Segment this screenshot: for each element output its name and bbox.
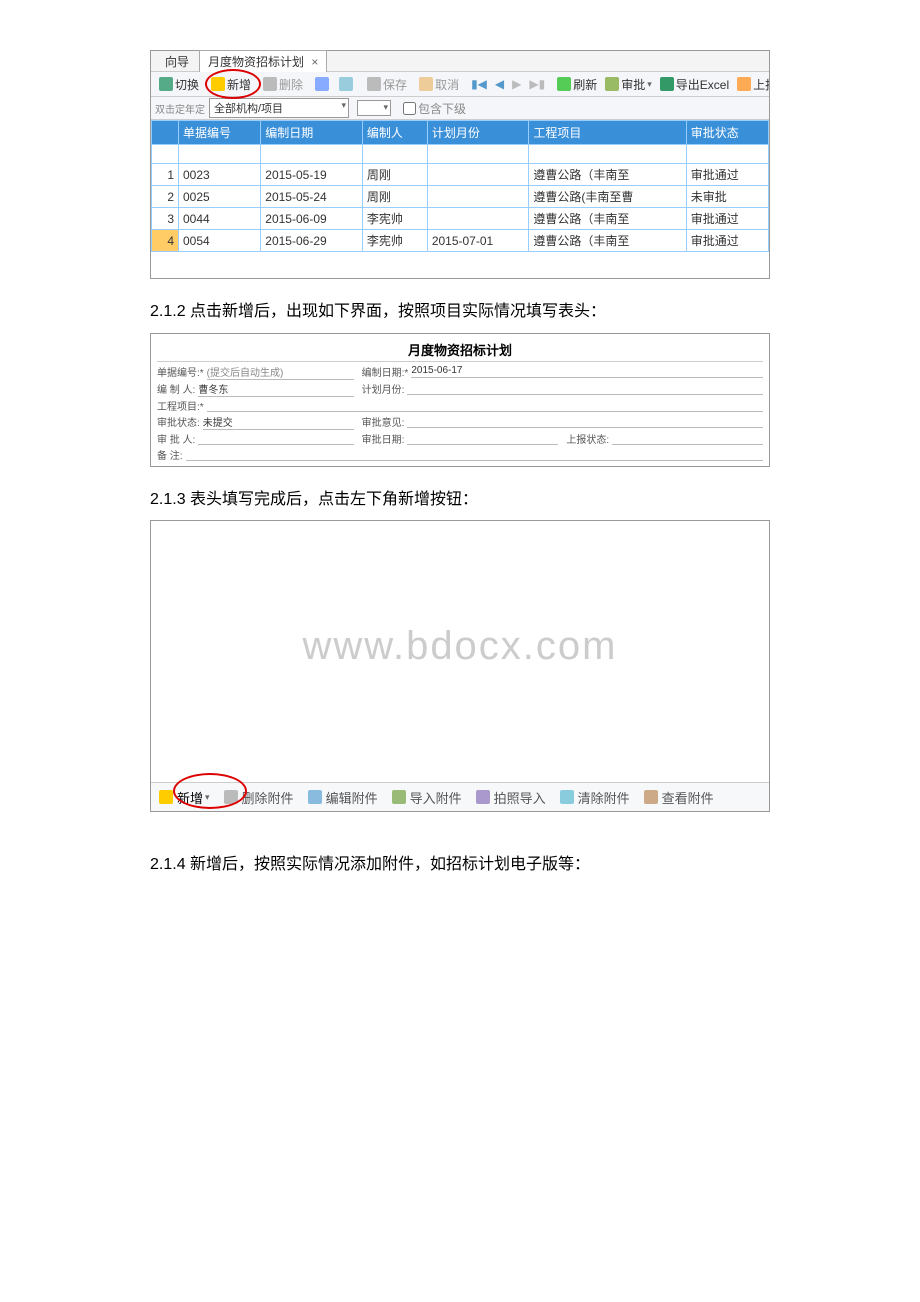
section-214-text: 2.1.4 新增后，按照实际情况添加附件，如招标计划电子版等：	[150, 852, 770, 878]
nav-last-button[interactable]: ▶▮	[525, 77, 549, 91]
table-row[interactable]: 300442015-06-09李宪帅遵曹公路（丰南至审批通过	[152, 208, 769, 230]
plan-month-label: 计划月份:	[362, 381, 405, 396]
col-status[interactable]: 审批状态	[686, 121, 768, 145]
doc-no-label: 单据编号:*	[157, 364, 204, 379]
switch-icon	[159, 77, 173, 91]
redo-icon	[339, 77, 353, 91]
section-213-text: 2.1.3 表头填写完成后，点击左下角新增按钮：	[150, 487, 770, 513]
main-toolbar: 切换 新增 删除 保存 取消 ▮◀ ◀ ▶ ▶▮ 刷新 审批▾ 导出Excel …	[151, 72, 769, 97]
view-attach-icon	[644, 790, 658, 804]
approve-opinion-field[interactable]	[407, 415, 763, 428]
nav-next-button[interactable]: ▶	[508, 77, 525, 91]
save-button[interactable]: 保存	[363, 76, 411, 93]
project-label: 工程项目:*	[157, 398, 204, 413]
refresh-icon	[557, 77, 571, 91]
approver-field[interactable]	[198, 432, 353, 445]
compiler-label: 编 制 人:	[157, 381, 195, 396]
approve-date-field[interactable]	[407, 432, 558, 445]
table-row[interactable]: 400542015-06-29李宪帅2015-07-01遵曹公路（丰南至审批通过	[152, 230, 769, 252]
screenshot-attachment-area: www.bdocx.com 新增▾ 删除附件 编辑附件 导入附件 拍照导入 清除…	[150, 520, 770, 812]
include-sub-checkbox[interactable]: 包含下级	[399, 99, 466, 118]
approve-status-field: 未提交	[203, 414, 354, 430]
tab-wizard[interactable]: 向导	[157, 51, 197, 72]
add-icon	[211, 77, 225, 91]
switch-button[interactable]: 切换	[155, 76, 203, 93]
add-attachment-button[interactable]: 新增▾	[159, 788, 210, 807]
compile-date-label: 编制日期:*	[362, 364, 409, 379]
watermark-text: www.bdocx.com	[303, 624, 618, 669]
add-icon	[159, 790, 173, 804]
compiler-field[interactable]: 曹冬东	[198, 381, 353, 397]
redo-button[interactable]	[335, 77, 359, 91]
filter-bar: 双击定年定 全部机构/项目 包含下级	[151, 97, 769, 120]
tab-monthly-plan[interactable]: 月度物资招标计划 ×	[199, 50, 327, 72]
table-row[interactable]: 100232015-05-19周刚遵曹公路（丰南至审批通过	[152, 164, 769, 186]
export-excel-button[interactable]: 导出Excel	[656, 76, 733, 93]
col-compile-date[interactable]: 编制日期	[261, 121, 363, 145]
screenshot-list-view: 向导 月度物资招标计划 × 切换 新增 删除 保存 取消 ▮◀ ◀ ▶ ▶▮ 刷…	[150, 50, 770, 279]
delete-attachment-button[interactable]: 删除附件	[224, 788, 294, 807]
filter-prefix: 双击定年定	[155, 101, 205, 116]
form-title: 月度物资招标计划	[157, 338, 763, 362]
col-project[interactable]: 工程项目	[529, 121, 686, 145]
approve-status-label: 审批状态:	[157, 414, 200, 429]
doc-no-field[interactable]: (提交后自动生成)	[207, 364, 354, 380]
undo-button[interactable]	[311, 77, 335, 91]
remark-label: 备 注:	[157, 447, 183, 462]
empty-dropdown[interactable]	[357, 100, 391, 116]
attachment-toolbar: 新增▾ 删除附件 编辑附件 导入附件 拍照导入 清除附件 查看附件	[151, 782, 769, 811]
save-icon	[367, 77, 381, 91]
clear-attach-icon	[560, 790, 574, 804]
import-attach-icon	[392, 790, 406, 804]
org-dropdown[interactable]: 全部机构/项目	[209, 98, 349, 118]
approve-opinion-label: 审批意见:	[362, 414, 405, 429]
filter-row[interactable]	[152, 145, 769, 164]
project-field[interactable]	[207, 399, 763, 412]
approve-icon	[605, 77, 619, 91]
col-doc-no[interactable]: 单据编号	[179, 121, 261, 145]
report-status-label: 上报状态:	[566, 431, 609, 446]
report-button[interactable]: 上报▾	[733, 76, 769, 93]
remark-field[interactable]	[186, 448, 763, 461]
approver-label: 审 批 人:	[157, 431, 195, 446]
tab-bar: 向导 月度物资招标计划 ×	[151, 51, 769, 72]
cancel-button[interactable]: 取消	[415, 76, 463, 93]
section-212-text: 2.1.2 点击新增后，出现如下界面，按照项目实际情况填写表头：	[150, 299, 770, 325]
nav-first-button[interactable]: ▮◀	[467, 77, 491, 91]
undo-icon	[315, 77, 329, 91]
close-icon[interactable]: ×	[311, 55, 318, 69]
photo-icon	[476, 790, 490, 804]
delete-icon	[263, 77, 277, 91]
import-attachment-button[interactable]: 导入附件	[392, 788, 462, 807]
nav-prev-button[interactable]: ◀	[491, 77, 508, 91]
tab-label: 月度物资招标计划	[208, 55, 304, 69]
excel-icon	[660, 77, 674, 91]
refresh-button[interactable]: 刷新	[553, 76, 601, 93]
report-icon	[737, 77, 751, 91]
edit-attach-icon	[308, 790, 322, 804]
screenshot-form-header: 月度物资招标计划 单据编号:*(提交后自动生成) 编制日期:*2015-06-1…	[150, 333, 770, 467]
delete-button[interactable]: 删除	[259, 76, 307, 93]
edit-attachment-button[interactable]: 编辑附件	[308, 788, 378, 807]
approve-date-label: 审批日期:	[362, 431, 405, 446]
add-button[interactable]: 新增	[207, 76, 255, 93]
view-attachment-button[interactable]: 查看附件	[644, 788, 714, 807]
report-status-field	[612, 432, 763, 445]
cancel-icon	[419, 77, 433, 91]
delete-attach-icon	[224, 790, 238, 804]
col-compiler[interactable]: 编制人	[362, 121, 427, 145]
photo-import-button[interactable]: 拍照导入	[476, 788, 546, 807]
col-plan-month[interactable]: 计划月份	[427, 121, 529, 145]
data-table: 单据编号 编制日期 编制人 计划月份 工程项目 审批状态 100232015-0…	[151, 120, 769, 252]
approve-button[interactable]: 审批▾	[601, 76, 656, 93]
plan-month-field[interactable]	[407, 382, 763, 395]
table-row[interactable]: 200252015-05-24周刚遵曹公路(丰南至曹未审批	[152, 186, 769, 208]
clear-attachment-button[interactable]: 清除附件	[560, 788, 630, 807]
col-rownum	[152, 121, 179, 145]
compile-date-field[interactable]: 2015-06-17	[411, 365, 763, 378]
